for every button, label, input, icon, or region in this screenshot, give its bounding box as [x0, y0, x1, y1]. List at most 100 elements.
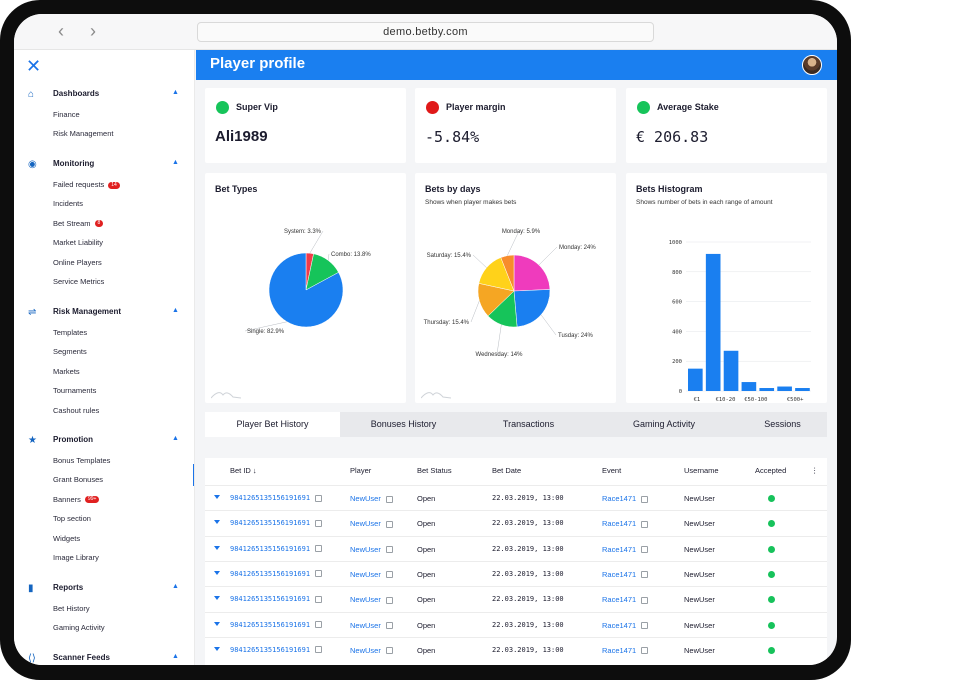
- copy-icon[interactable]: [385, 596, 393, 604]
- close-icon[interactable]: ✕: [26, 56, 41, 77]
- player-link[interactable]: NewUser: [350, 646, 393, 655]
- event-link[interactable]: Race1471: [602, 621, 649, 630]
- player-link[interactable]: NewUser: [350, 494, 393, 503]
- histogram-bar[interactable]: [795, 388, 810, 391]
- bet-id-link[interactable]: 9841265135156191691: [230, 595, 323, 603]
- expand-row-icon[interactable]: [214, 596, 220, 601]
- expand-row-icon[interactable]: [214, 570, 220, 575]
- sidebar-item-bet-history[interactable]: Bet History: [53, 603, 90, 615]
- sidebar-item-market-liability[interactable]: Market Liability: [53, 237, 103, 249]
- column-header-bet-id[interactable]: Bet ID ↓: [230, 466, 257, 475]
- bet-id-link[interactable]: 9841265135156191691: [230, 494, 323, 502]
- player-link[interactable]: NewUser: [350, 570, 393, 579]
- chevron-up-icon[interactable]: ▲: [172, 159, 179, 166]
- chevron-up-icon[interactable]: ▲: [172, 653, 179, 660]
- bet-id-link[interactable]: 9841265135156191691: [230, 519, 323, 527]
- table-row[interactable]: 9841265135156191691 NewUser Open 22.03.2019…: [205, 636, 827, 662]
- player-link[interactable]: NewUser: [350, 519, 393, 528]
- copy-icon[interactable]: [641, 571, 649, 579]
- pie-slice[interactable]: [513, 289, 551, 328]
- sidebar-item-service-metrics[interactable]: Service Metrics: [53, 276, 104, 288]
- tab-gaming-activity[interactable]: Gaming Activity: [590, 412, 738, 437]
- histogram-bar[interactable]: [705, 253, 721, 391]
- copy-icon[interactable]: [315, 519, 323, 527]
- copy-icon[interactable]: [641, 647, 649, 655]
- copy-icon[interactable]: [385, 495, 393, 503]
- tab-player-bet-history[interactable]: Player Bet History: [205, 412, 340, 437]
- sidebar-item-image-library[interactable]: Image Library: [53, 552, 99, 564]
- tab-bonuses-history[interactable]: Bonuses History: [340, 412, 467, 437]
- histogram-bar[interactable]: [759, 388, 775, 391]
- sidebar-item-banners[interactable]: Banners 99+: [53, 494, 100, 506]
- url-bar[interactable]: demo.betby.com: [197, 22, 654, 42]
- sidebar-item-segments[interactable]: Segments: [53, 346, 87, 358]
- expand-row-icon[interactable]: [214, 621, 220, 626]
- sidebar-item-bonus-templates[interactable]: Bonus Templates: [53, 455, 110, 467]
- sidebar-section-risk-management[interactable]: ⇌ Risk Management ▲: [14, 306, 194, 324]
- back-icon[interactable]: ‹: [52, 22, 70, 40]
- event-link[interactable]: Race1471: [602, 519, 649, 528]
- copy-icon[interactable]: [385, 622, 393, 630]
- sidebar-item-failed-requests[interactable]: Failed requests 14: [53, 179, 120, 191]
- chevron-up-icon[interactable]: ▲: [172, 435, 179, 442]
- sidebar-item-grant-bonuses[interactable]: Grant Bonuses: [53, 474, 103, 486]
- copy-icon[interactable]: [315, 646, 323, 654]
- chevron-up-icon[interactable]: ▲: [172, 307, 179, 314]
- player-link[interactable]: NewUser: [350, 621, 393, 630]
- table-row[interactable]: 9841265135156191691 NewUser Open 22.03.2019…: [205, 535, 827, 561]
- chevron-up-icon[interactable]: ▲: [172, 89, 179, 96]
- sidebar-item-incidents[interactable]: Incidents: [53, 198, 83, 210]
- bet-id-link[interactable]: 9841265135156191691: [230, 621, 323, 629]
- expand-row-icon[interactable]: [214, 646, 220, 651]
- event-link[interactable]: Race1471: [602, 646, 649, 655]
- copy-icon[interactable]: [315, 595, 323, 603]
- chevron-up-icon[interactable]: ▲: [172, 583, 179, 590]
- expand-row-icon[interactable]: [214, 520, 220, 525]
- sidebar-item-online-players[interactable]: Online Players: [53, 257, 102, 269]
- histogram-bar[interactable]: [723, 350, 739, 391]
- sidebar-section-scanner-feeds[interactable]: ⟨⟩ Scanner Feeds ▲: [14, 652, 194, 665]
- sidebar-scroll-indicator[interactable]: [193, 464, 194, 486]
- copy-icon[interactable]: [315, 545, 323, 553]
- copy-icon[interactable]: [315, 621, 323, 628]
- copy-icon[interactable]: [641, 495, 649, 503]
- sidebar-item-finance[interactable]: Finance: [53, 109, 80, 121]
- sidebar-section-dashboards[interactable]: ⌂ Dashboards ▲: [14, 88, 194, 106]
- forward-icon[interactable]: ›: [84, 22, 102, 40]
- sidebar-section-promotion[interactable]: ★ Promotion ▲: [14, 434, 194, 452]
- table-row[interactable]: 9841265135156191691 NewUser Open 22.03.2019…: [205, 510, 827, 535]
- copy-icon[interactable]: [641, 596, 649, 604]
- histogram-bar[interactable]: [741, 382, 757, 391]
- table-row[interactable]: 9841265135156191691 NewUser Open 22.03.2019…: [205, 611, 827, 637]
- copy-icon[interactable]: [641, 622, 649, 630]
- copy-icon[interactable]: [385, 520, 393, 528]
- histogram-bar[interactable]: [777, 386, 792, 391]
- tab-transactions[interactable]: Transactions: [467, 412, 590, 437]
- copy-icon[interactable]: [641, 546, 649, 554]
- player-link[interactable]: NewUser: [350, 545, 393, 554]
- sidebar-item-widgets[interactable]: Widgets: [53, 533, 80, 545]
- table-row[interactable]: 9841265135156191691 NewUser Open 22.03.2019…: [205, 560, 827, 586]
- tab-sessions[interactable]: Sessions: [738, 412, 827, 437]
- sidebar-item-markets[interactable]: Markets: [53, 366, 80, 378]
- copy-icon[interactable]: [385, 571, 393, 579]
- expand-row-icon[interactable]: [214, 545, 220, 550]
- copy-icon[interactable]: [315, 494, 323, 502]
- expand-row-icon[interactable]: [214, 495, 220, 499]
- sidebar-item-top-section[interactable]: Top section: [53, 513, 91, 525]
- sidebar-item-bet-stream[interactable]: Bet Stream 8: [53, 218, 104, 230]
- pie-slice[interactable]: [513, 254, 551, 292]
- bet-id-link[interactable]: 9841265135156191691: [230, 570, 323, 578]
- copy-icon[interactable]: [315, 570, 323, 578]
- player-link[interactable]: NewUser: [350, 595, 393, 604]
- bet-id-link[interactable]: 9841265135156191691: [230, 646, 323, 654]
- event-link[interactable]: Race1471: [602, 494, 649, 503]
- sidebar-item-cashout-rules[interactable]: Cashout rules: [53, 405, 99, 417]
- bet-id-link[interactable]: 9841265135156191691: [230, 545, 323, 553]
- event-link[interactable]: Race1471: [602, 545, 649, 554]
- table-row[interactable]: 9841265135156191691 NewUser Open 22.03.2019…: [205, 485, 827, 510]
- sidebar-item-templates[interactable]: Templates: [53, 327, 87, 339]
- event-link[interactable]: Race1471: [602, 595, 649, 604]
- event-link[interactable]: Race1471: [602, 570, 649, 579]
- sidebar-item-risk-management[interactable]: Risk Management: [53, 128, 113, 140]
